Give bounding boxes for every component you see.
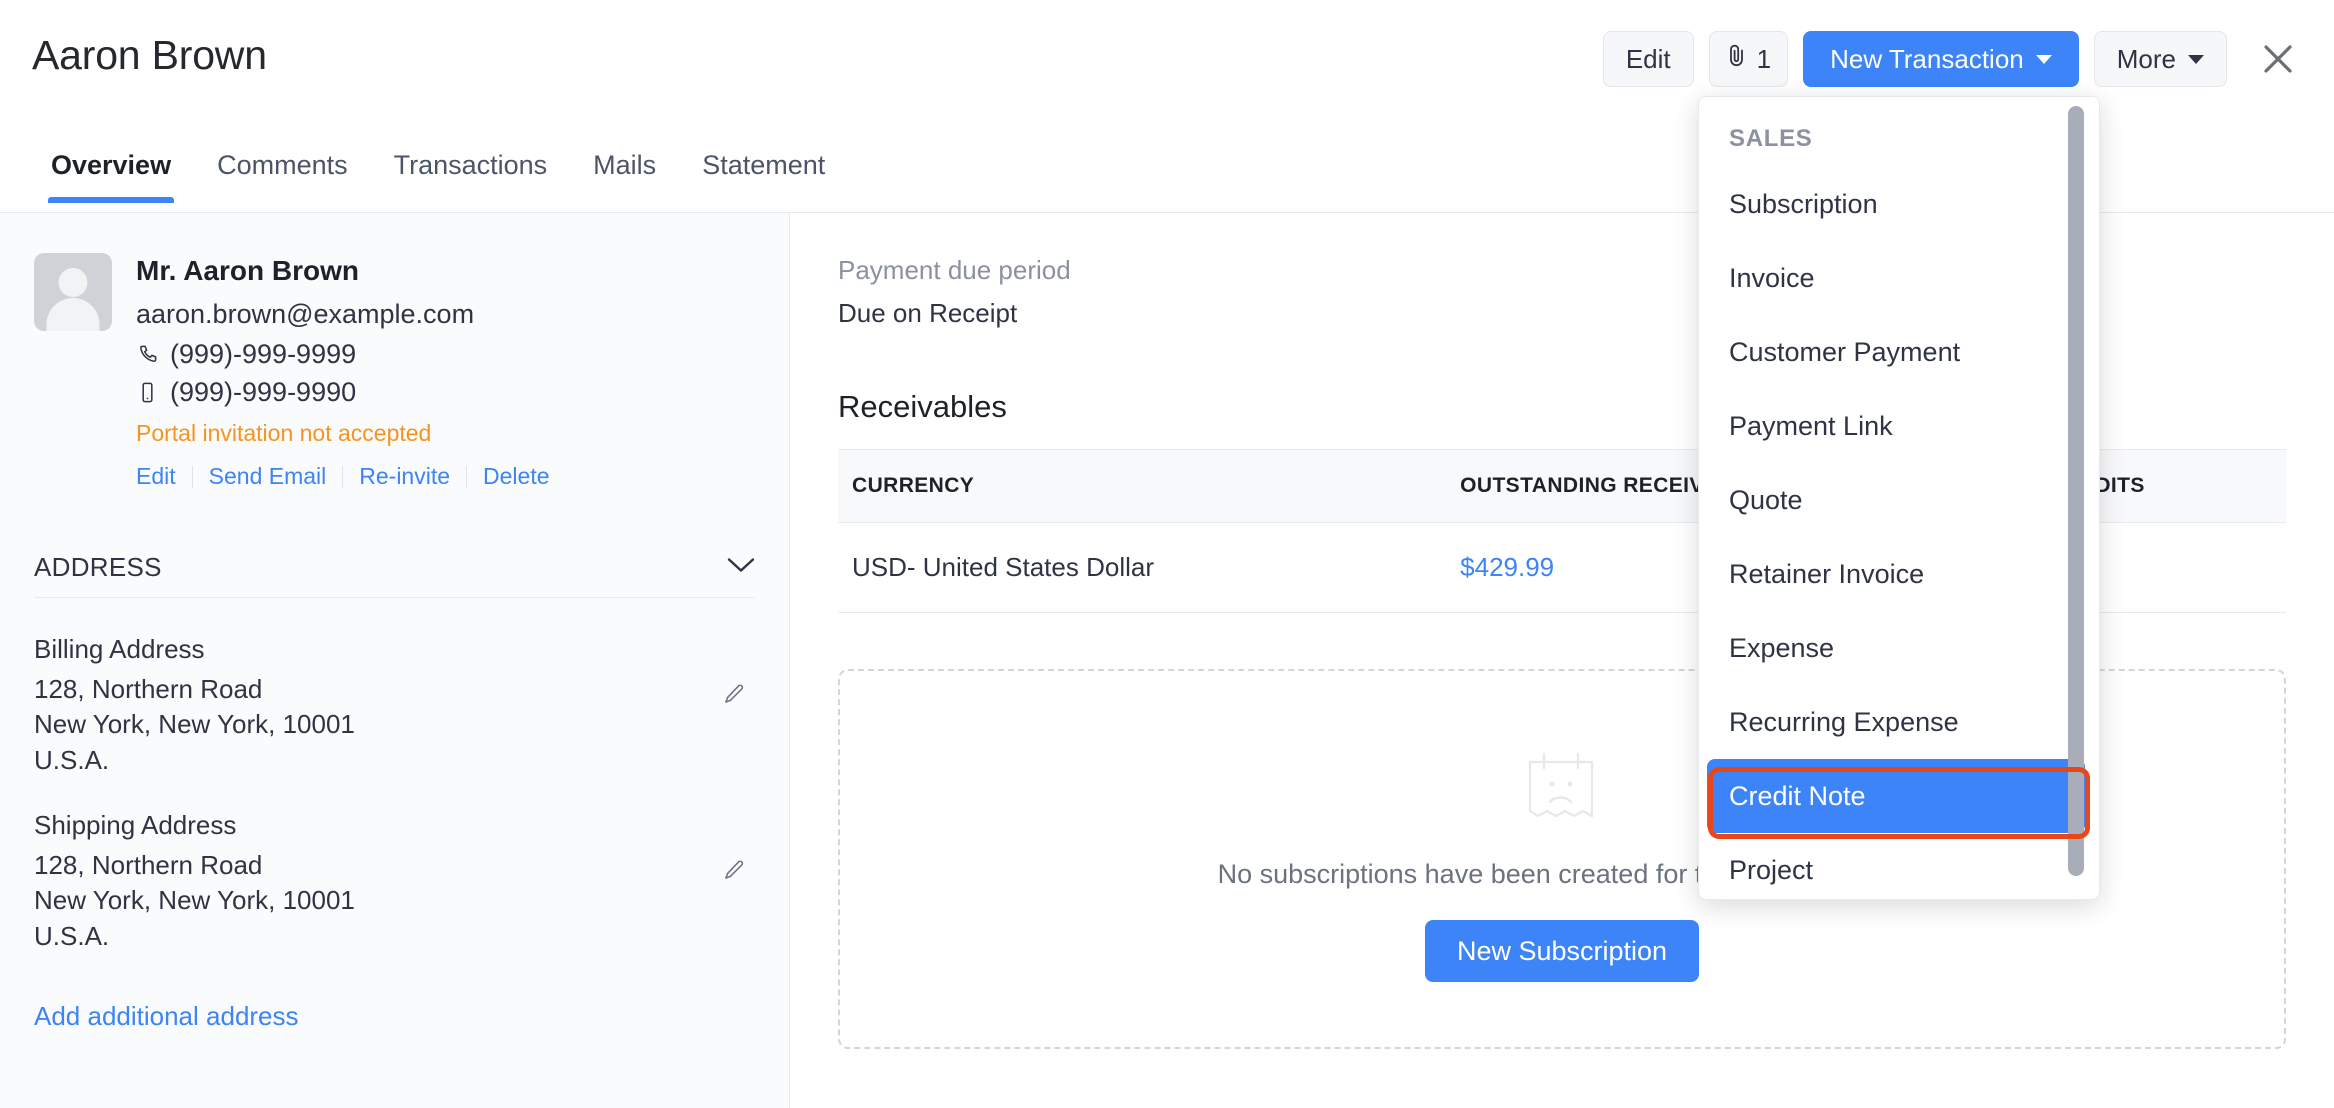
- pencil-icon: [721, 684, 747, 712]
- dropdown-item-subscription[interactable]: Subscription: [1699, 167, 2099, 241]
- tab-transactions[interactable]: Transactions: [371, 150, 571, 203]
- contact-info: Mr. Aaron Brown aaron.brown@example.com …: [136, 253, 566, 490]
- attachment-count: 1: [1756, 43, 1772, 74]
- dropdown-items-list: SALES Subscription Invoice Customer Paym…: [1699, 97, 2099, 899]
- avatar: [34, 253, 112, 331]
- overview-content: Payment due period Due on Receipt Receiv…: [790, 213, 2334, 1108]
- contact-phone: (999)-999-9999: [170, 339, 357, 369]
- edit-button[interactable]: Edit: [1602, 31, 1694, 87]
- close-icon: [2261, 42, 2295, 76]
- paperclip-icon: [1726, 43, 1748, 76]
- chevron-down-icon: [2035, 54, 2052, 64]
- chevron-down-icon: [2188, 54, 2204, 64]
- billing-address-edit-button[interactable]: [721, 682, 747, 713]
- shipping-address-block: Shipping Address 128, Northern Road New …: [34, 810, 755, 950]
- outstanding-amount-link[interactable]: $429.99: [1460, 552, 1554, 582]
- attachments-button[interactable]: 1: [1708, 31, 1789, 87]
- new-transaction-button[interactable]: New Transaction: [1803, 31, 2079, 87]
- more-label: More: [2116, 43, 2176, 74]
- header-actions: Edit 1 New Transaction More: [1602, 31, 2306, 87]
- shipping-address-title: Shipping Address: [34, 809, 237, 840]
- column-header-currency: CURRENCY: [838, 449, 1447, 523]
- contact-summary: Mr. Aaron Brown aaron.brown@example.com …: [34, 253, 755, 490]
- mobile-icon: [136, 381, 159, 404]
- contact-mobile: (999)-999-9990: [170, 377, 357, 407]
- shipping-address-edit-button[interactable]: [721, 858, 747, 889]
- tab-statement[interactable]: Statement: [679, 150, 848, 203]
- add-additional-address-link[interactable]: Add additional address: [34, 1001, 299, 1032]
- shipping-address-line1: 128, Northern Road: [34, 849, 263, 880]
- avatar-torso-shape: [46, 298, 100, 331]
- more-button[interactable]: More: [2093, 31, 2227, 87]
- cell-currency: USD- United States Dollar: [838, 522, 1447, 613]
- billing-address-block: Billing Address 128, Northern Road New Y…: [34, 634, 755, 774]
- contact-delete-link[interactable]: Delete: [467, 463, 565, 490]
- shipping-address-line2: New York, New York, 10001: [34, 885, 355, 916]
- new-subscription-button[interactable]: New Subscription: [1424, 920, 1700, 982]
- address-section-toggle[interactable]: ADDRESS: [34, 552, 755, 598]
- address-section-label: ADDRESS: [34, 552, 162, 582]
- dropdown-group-label-sales: SALES: [1729, 125, 1813, 152]
- tab-overview[interactable]: Overview: [28, 150, 194, 203]
- dropdown-item-project[interactable]: Project: [1699, 833, 2099, 899]
- billing-address-line1: 128, Northern Road: [34, 674, 263, 704]
- dropdown-item-retainer-invoice[interactable]: Retainer Invoice: [1699, 537, 2099, 611]
- dropdown-item-credit-note[interactable]: Credit Note: [1707, 759, 2085, 833]
- new-transaction-dropdown-menu: SALES Subscription Invoice Customer Paym…: [1698, 96, 2100, 900]
- billing-address-line3: U.S.A.: [34, 744, 110, 775]
- page-title: Aaron Brown: [32, 32, 267, 78]
- avatar-head-shape: [58, 268, 88, 297]
- contact-action-links: Edit Send Email Re-invite Delete: [136, 463, 566, 490]
- new-transaction-label: New Transaction: [1830, 43, 2024, 74]
- dropdown-scrollbar[interactable]: [2068, 106, 2084, 876]
- contact-email: aaron.brown@example.com: [136, 299, 475, 329]
- contact-send-email-link[interactable]: Send Email: [193, 463, 343, 490]
- status-badge: Portal invitation not accepted: [136, 420, 432, 446]
- phone-icon: [136, 343, 159, 366]
- dropdown-item-expense[interactable]: Expense: [1699, 611, 2099, 685]
- chevron-down-icon: [727, 557, 755, 579]
- dropdown-item-quote[interactable]: Quote: [1699, 463, 2099, 537]
- contact-reinvite-link[interactable]: Re-invite: [343, 463, 466, 490]
- tab-mails[interactable]: Mails: [570, 150, 679, 203]
- dropdown-item-payment-link[interactable]: Payment Link: [1699, 389, 2099, 463]
- pencil-icon: [721, 860, 747, 888]
- contact-edit-link[interactable]: Edit: [136, 463, 192, 490]
- contact-sidebar: Mr. Aaron Brown aaron.brown@example.com …: [0, 213, 790, 1108]
- tab-comments[interactable]: Comments: [194, 150, 371, 203]
- contact-phone-row: (999)-999-9999: [136, 339, 566, 370]
- dropdown-item-recurring-expense[interactable]: Recurring Expense: [1699, 685, 2099, 759]
- shipping-address-line3: U.S.A.: [34, 920, 110, 951]
- billing-address-line2: New York, New York, 10001: [34, 709, 355, 740]
- dropdown-item-invoice[interactable]: Invoice: [1699, 241, 2099, 315]
- close-button[interactable]: [2250, 31, 2306, 87]
- contact-name: Mr. Aaron Brown: [136, 255, 359, 286]
- contact-mobile-row: (999)-999-9990: [136, 377, 566, 408]
- empty-calendar-sad-icon: [1514, 736, 1610, 837]
- customer-detail-page: Aaron Brown Edit 1 New Transaction More: [0, 0, 2334, 1108]
- billing-address-title: Billing Address: [34, 634, 205, 664]
- dropdown-item-customer-payment[interactable]: Customer Payment: [1699, 315, 2099, 389]
